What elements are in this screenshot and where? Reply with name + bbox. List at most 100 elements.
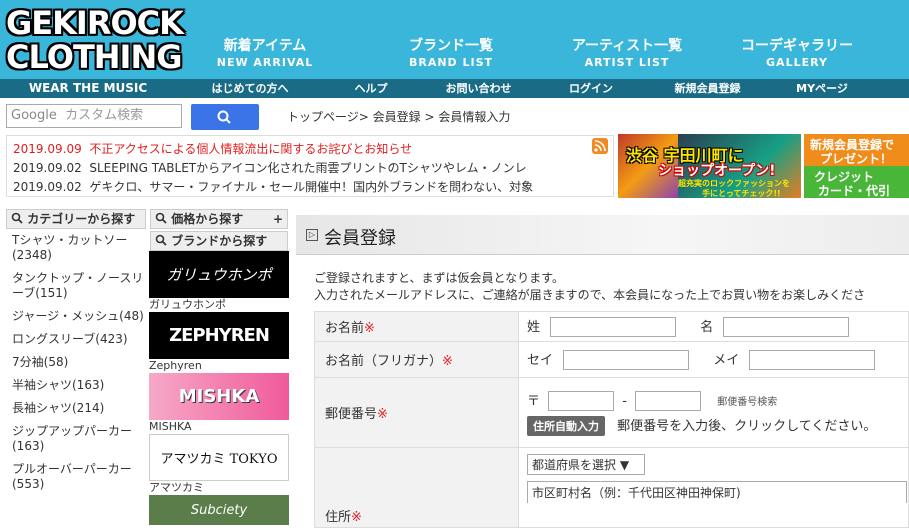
- search-icon: [217, 110, 231, 124]
- category-item[interactable]: ロングスリーブ(423): [6, 332, 146, 347]
- news-item[interactable]: 2019.09.09 不正アクセスによる個人情報流出に関するお詫びとお知らせ: [13, 140, 587, 157]
- brand-title: ブランドから探す: [171, 234, 268, 248]
- brand-logo-text: アマツカミ TOKYO: [160, 452, 278, 467]
- auto-address-button[interactable]: 住所自動入力: [527, 415, 605, 436]
- intro-text: ご登録されますと、まずは仮会員となります。 入力されたメールアドレスに、ご連絡が…: [314, 270, 865, 304]
- kana-last-label: セイ: [527, 353, 554, 368]
- news-item[interactable]: 2019.09.02 SLEEPING TABLETからアイコン化された雨雲プリ…: [13, 159, 587, 176]
- category-item[interactable]: ジップアップパーカー(163): [6, 424, 146, 454]
- nav-artist-list[interactable]: アーティスト一覧 ARTIST LIST: [552, 37, 702, 77]
- required-mark: ※: [442, 354, 453, 369]
- news-text: ゲキクロ、サマー・ファイナル・セール開催中！国内外ブランドを問わない、対象: [89, 180, 534, 194]
- subnav-login[interactable]: ログイン: [556, 79, 626, 98]
- logo-line-2: CLOTHING: [6, 38, 183, 76]
- page-title-bar: ▷ 会員登録: [296, 215, 909, 255]
- search-placeholder: カスタム検索: [65, 108, 144, 123]
- news-date: 2019.09.02: [13, 161, 82, 175]
- kana-first-input[interactable]: [749, 350, 876, 370]
- nav-new-arrival[interactable]: 新着アイテム NEW ARRIVAL: [200, 37, 330, 77]
- nav-label-jp: ブランド一覧: [409, 38, 493, 54]
- subnav-first-time[interactable]: はじめての方へ: [200, 79, 300, 98]
- banner-text: カード・代引: [818, 184, 891, 198]
- brand-logo-text: Subciety: [190, 502, 248, 518]
- news-list: 2019.09.09 不正アクセスによる個人情報流出に関するお詫びとお知らせ 2…: [6, 135, 614, 197]
- brand-name[interactable]: MISHKA: [149, 420, 289, 434]
- label-text: お名前: [325, 321, 365, 336]
- form-label: お名前（フリガナ）※: [314, 341, 519, 378]
- dropdown-arrow-icon: ▼: [619, 458, 630, 472]
- intro-line: 入力されたメールアドレスに、ご連絡が届きますので、本会員になった上でお買い物をお…: [314, 288, 866, 302]
- last-name-input[interactable]: [550, 317, 677, 337]
- nav-label-en: GALLERY: [766, 56, 828, 69]
- price-search-header[interactable]: 価格から探す +: [150, 209, 288, 229]
- banner-text: ショップオープン!: [658, 163, 776, 179]
- brand-name[interactable]: ガリュウホンポ: [149, 298, 289, 312]
- category-item[interactable]: 7分袖(58): [6, 355, 146, 370]
- search-brand: Google: [11, 108, 57, 123]
- zip-first-input[interactable]: [548, 390, 615, 411]
- register-banner[interactable]: 新規会員登録で プレゼント！ クレジット カード・代引: [804, 134, 909, 198]
- prefecture-select[interactable]: 都道府県を選択 ▼: [527, 454, 645, 475]
- brand-logo-mishka[interactable]: MISHKA: [149, 373, 289, 420]
- category-item[interactable]: 長袖シャツ(214): [6, 401, 146, 416]
- search-input[interactable]: Google カスタム検索: [6, 104, 182, 128]
- search-icon: [155, 234, 167, 246]
- rss-icon[interactable]: [592, 138, 608, 154]
- zip-second-input[interactable]: [635, 390, 702, 411]
- brand-logo-amatsukami[interactable]: アマツカミ TOKYO: [149, 434, 289, 481]
- category-item[interactable]: タンクトップ・ノースリーブ(151): [6, 271, 146, 301]
- tagline: WEAR THE MUSIC: [0, 79, 176, 98]
- brand-logo-garyuhonpo[interactable]: ガリュウホンポ: [149, 251, 289, 298]
- news-date: 2019.09.02: [13, 180, 82, 194]
- brand-list: ガリュウホンポ ガリュウホンポ ZEPHYREN Zephyren MISHKA…: [149, 251, 289, 525]
- arrow-icon: ▷: [306, 229, 318, 241]
- shop-open-banner[interactable]: 渋谷 宇田川町に ショップオープン! 超充実のロックファッションを 手にとってチ…: [618, 134, 801, 198]
- search-icon: [11, 212, 23, 224]
- subnav-help[interactable]: ヘルプ: [336, 79, 406, 98]
- site-logo[interactable]: GEKIROCK CLOTHING: [6, 6, 184, 78]
- nav-brand-list[interactable]: ブランド一覧 BRAND LIST: [386, 37, 516, 77]
- category-search-header[interactable]: カテゴリーから探す: [6, 209, 146, 229]
- intro-line: ご登録されますと、まずは仮会員となります。: [314, 271, 564, 285]
- price-title: 価格から探す: [171, 212, 244, 226]
- category-item[interactable]: プルオーバーパーカー(553): [6, 462, 146, 492]
- prefecture-select-value: 都道府県を選択: [532, 458, 617, 472]
- banner-text: 手にとってチェック!!: [702, 189, 781, 198]
- form-value: 〒 - 郵便番号検索 住所自動入力 郵便番号を入力後、クリックしてください。: [518, 377, 909, 448]
- category-list: Tシャツ・カットソー(2348) タンクトップ・ノースリーブ(151) ジャージ…: [6, 233, 146, 500]
- nav-label-en: NEW ARRIVAL: [216, 56, 314, 69]
- brand-logo-text: ガリュウホンポ: [166, 266, 272, 284]
- banner-text: プレゼント！: [820, 152, 893, 166]
- subnav-register[interactable]: 新規会員登録: [660, 79, 755, 98]
- last-name-label: 姓: [527, 320, 541, 335]
- zip-search-link[interactable]: 郵便番号検索: [717, 397, 777, 408]
- search-icon: [155, 212, 167, 224]
- kana-last-input[interactable]: [563, 350, 690, 370]
- city-input[interactable]: 市区町村名（例：千代田区神田神保町): [527, 481, 907, 503]
- brand-name[interactable]: アマツカミ: [149, 481, 289, 495]
- search-button[interactable]: [191, 104, 259, 130]
- brand-name[interactable]: Zephyren: [149, 359, 289, 373]
- news-item[interactable]: 2019.09.02 ゲキクロ、サマー・ファイナル・セール開催中！国内外ブランド…: [13, 178, 587, 195]
- form-label: お名前※: [314, 311, 519, 342]
- brand-logo-zephyren[interactable]: ZEPHYREN: [149, 312, 289, 359]
- first-name-label: 名: [700, 320, 714, 335]
- subnav-mypage[interactable]: MYページ: [782, 79, 862, 98]
- brand-search-header[interactable]: ブランドから探す: [150, 231, 288, 251]
- nav-label-jp: 新着アイテム: [223, 38, 307, 54]
- news-text: SLEEPING TABLETからアイコン化された雨雲プリントのTシャツやレム・…: [89, 161, 527, 175]
- subnav-contact[interactable]: お問い合わせ: [431, 79, 526, 98]
- brand-logo-subciety[interactable]: Subciety: [149, 495, 289, 525]
- nav-label-jp: コーデギャラリー: [741, 38, 853, 54]
- expand-icon[interactable]: +: [273, 210, 283, 228]
- form-row-kana: お名前（フリガナ）※ セイ メイ: [314, 341, 909, 378]
- brand-logo-text: ZEPHYREN: [169, 325, 270, 346]
- nav-gallery[interactable]: コーデギャラリー GALLERY: [722, 37, 872, 77]
- first-name-input[interactable]: [723, 317, 850, 337]
- city-input-placeholder: 市区町村名（例：千代田区神田神保町): [532, 486, 741, 500]
- form-row-name: お名前※ 姓 名: [314, 311, 909, 342]
- category-item[interactable]: 半袖シャツ(163): [6, 378, 146, 393]
- category-item[interactable]: ジャージ・メッシュ(48): [6, 309, 146, 324]
- form-value: 都道府県を選択 ▼ 市区町村名（例：千代田区神田神保町): [518, 447, 909, 528]
- category-item[interactable]: Tシャツ・カットソー(2348): [6, 233, 146, 263]
